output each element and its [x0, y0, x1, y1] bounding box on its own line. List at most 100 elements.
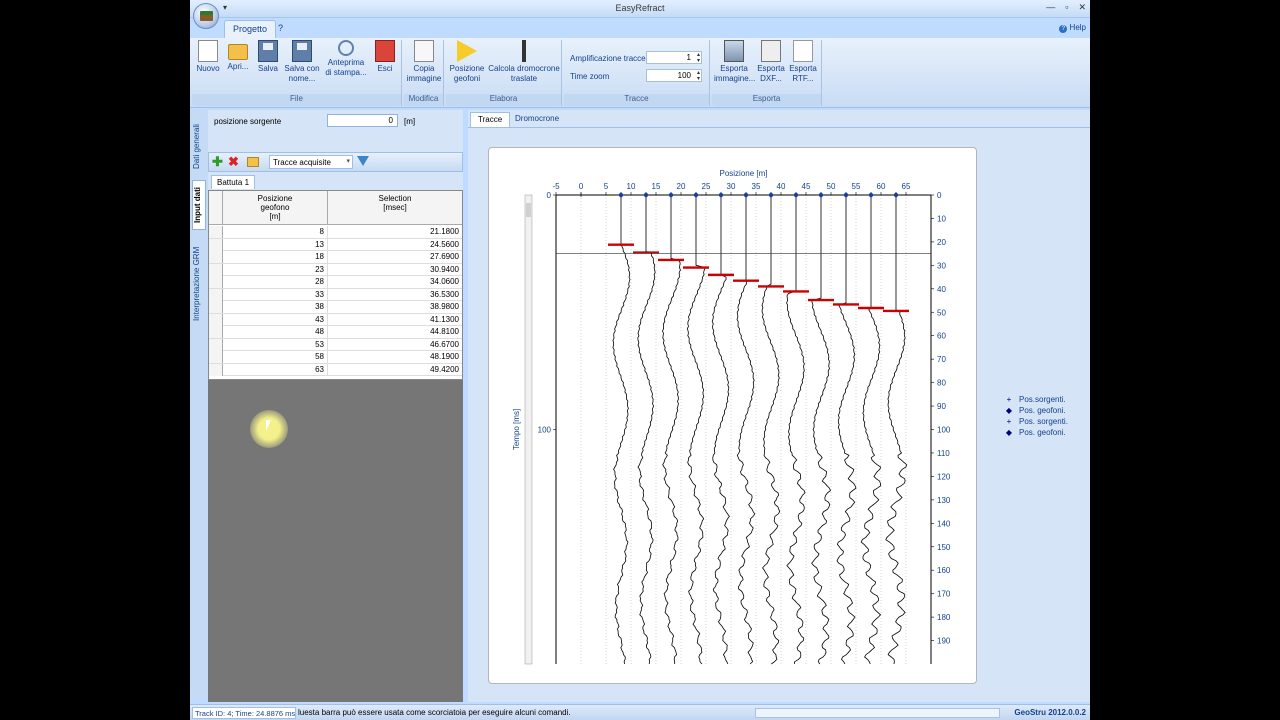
cell-position[interactable]: 28: [223, 276, 328, 288]
cell-selection[interactable]: 36.5300: [328, 289, 462, 301]
row-selector[interactable]: [209, 363, 223, 376]
cell-position[interactable]: 33: [223, 288, 328, 301]
seismic-trace[interactable]: [836, 195, 857, 665]
time-scrollbar[interactable]: [524, 194, 533, 665]
cell-selection[interactable]: 34.0600: [328, 276, 462, 288]
seismic-trace[interactable]: [761, 195, 781, 665]
cell-selection[interactable]: 46.6700: [328, 339, 462, 351]
cell-position[interactable]: 48: [223, 326, 328, 338]
cell-position[interactable]: 58: [223, 351, 328, 363]
close-button[interactable]: ✕: [1078, 2, 1086, 13]
row-selector[interactable]: [209, 326, 223, 338]
row-selector[interactable]: [209, 313, 223, 326]
table-row[interactable]: 8 21.1800: [209, 226, 462, 239]
filter-icon[interactable]: [357, 156, 369, 166]
time-zoom-spinner[interactable]: 100: [646, 69, 702, 82]
cell-position[interactable]: 38: [223, 301, 328, 313]
add-icon[interactable]: ✚: [212, 155, 223, 168]
export-dxf-button[interactable]: Esporta DXF...: [756, 40, 786, 84]
delete-icon[interactable]: ✖: [228, 155, 239, 168]
export-image-button[interactable]: Esporta immagine...: [714, 40, 755, 84]
table-row[interactable]: 18 27.6900: [209, 251, 462, 264]
amplification-spinner[interactable]: 1: [646, 51, 702, 64]
source-position-input[interactable]: 0: [327, 114, 398, 127]
seismic-trace[interactable]: [662, 195, 681, 665]
maximize-button[interactable]: ▫: [1065, 2, 1068, 13]
table-row[interactable]: 28 34.0600: [209, 276, 462, 289]
row-selector[interactable]: [209, 301, 223, 313]
seismic-trace[interactable]: [711, 195, 730, 665]
export-rtf-button[interactable]: Esporta RTF...: [788, 40, 818, 84]
cell-selection[interactable]: 27.6900: [328, 251, 462, 263]
seismic-trace[interactable]: [612, 195, 631, 665]
traces-chart[interactable]: Posizione [m] Tempo [ms] -5 0 5 10 15 20 25 30 3…: [489, 148, 978, 685]
copy-image-button[interactable]: Copia immagine: [406, 40, 442, 84]
seismic-trace[interactable]: [860, 195, 882, 665]
tab-battuta-1[interactable]: Battuta 1: [211, 175, 256, 189]
tab-tracce[interactable]: Tracce: [470, 112, 511, 127]
table-row[interactable]: 48 44.8100: [209, 326, 462, 339]
seismic-trace[interactable]: [637, 195, 656, 665]
table-row[interactable]: 13 24.5600: [209, 238, 462, 251]
cell-selection[interactable]: 21.1800: [328, 226, 462, 238]
side-tab-interpretazione-grm[interactable]: Interpretazione GRM: [192, 236, 206, 332]
x-tick-label: 5: [604, 182, 609, 191]
table-row[interactable]: 23 30.9400: [209, 263, 462, 276]
cell-selection[interactable]: 41.1300: [328, 314, 462, 326]
save-as-button[interactable]: Salva con nome...: [284, 40, 320, 84]
seismic-trace[interactable]: [885, 195, 908, 665]
tab-progetto[interactable]: Progetto: [224, 20, 277, 38]
table-row[interactable]: 58 48.1900: [209, 351, 462, 364]
cell-selection[interactable]: 48.1900: [328, 351, 462, 363]
traces-combo[interactable]: Tracce acquisite ▾: [269, 155, 353, 169]
row-selector[interactable]: [209, 238, 223, 251]
cell-position[interactable]: 23: [223, 263, 328, 276]
side-tab-dati-generali[interactable]: Dati generali: [192, 118, 206, 176]
row-selector[interactable]: [209, 251, 223, 263]
table-row[interactable]: 63 49.4200: [209, 363, 462, 376]
app-menu-orb-icon[interactable]: [193, 3, 219, 29]
new-button[interactable]: Nuovo: [194, 40, 222, 74]
cell-selection[interactable]: 38.9800: [328, 301, 462, 313]
row-selector[interactable]: [209, 226, 223, 238]
cell-position[interactable]: 63: [223, 363, 328, 376]
cell-selection[interactable]: 30.9400: [328, 264, 462, 276]
side-tab-input-dati[interactable]: Input dati: [192, 180, 206, 230]
table-row[interactable]: 43 41.1300: [209, 313, 462, 326]
tab-help-question[interactable]: ?: [270, 20, 291, 38]
open-button[interactable]: Apri...: [224, 40, 252, 72]
table-row[interactable]: 38 38.9800: [209, 301, 462, 314]
seismic-trace[interactable]: [811, 195, 831, 665]
row-selector[interactable]: [209, 338, 223, 351]
print-preview-button[interactable]: Anteprima di stampa...: [324, 40, 368, 78]
column-header-position[interactable]: Posizione geofono [m]: [223, 191, 328, 225]
save-button[interactable]: Salva: [256, 40, 280, 74]
table-row[interactable]: 33 36.5300: [209, 288, 462, 301]
column-header-selection[interactable]: Selection [msec]: [328, 191, 462, 225]
quick-access-dropdown[interactable]: ▾: [223, 3, 227, 12]
seismic-trace[interactable]: [736, 195, 756, 665]
cell-selection[interactable]: 49.4200: [328, 364, 462, 376]
cell-position[interactable]: 13: [223, 238, 328, 251]
cell-position[interactable]: 18: [223, 251, 328, 263]
open-folder-icon[interactable]: [247, 157, 259, 167]
tab-dromocrone[interactable]: Dromocrone: [508, 112, 566, 127]
cell-selection[interactable]: 24.5600: [328, 239, 462, 251]
minimize-button[interactable]: —: [1046, 2, 1055, 13]
exit-button[interactable]: Esci: [372, 40, 398, 74]
scrollbar-thumb[interactable]: [526, 203, 531, 217]
seismic-trace[interactable]: [686, 195, 706, 665]
table-row[interactable]: 53 46.6700: [209, 338, 462, 351]
geophone-position-button[interactable]: Posizione geofoni: [448, 40, 486, 84]
cell-position[interactable]: 43: [223, 313, 328, 326]
calc-dromocrone-button[interactable]: Calcola dromocrone traslate: [488, 40, 560, 84]
row-selector[interactable]: [209, 351, 223, 363]
row-selector[interactable]: [209, 276, 223, 288]
cell-selection[interactable]: 44.8100: [328, 326, 462, 338]
seismic-trace[interactable]: [786, 195, 806, 665]
help-link[interactable]: ? Help: [1059, 23, 1086, 33]
row-selector[interactable]: [209, 263, 223, 276]
cell-position[interactable]: 8: [223, 226, 328, 238]
cell-position[interactable]: 53: [223, 338, 328, 351]
row-selector[interactable]: [209, 288, 223, 301]
